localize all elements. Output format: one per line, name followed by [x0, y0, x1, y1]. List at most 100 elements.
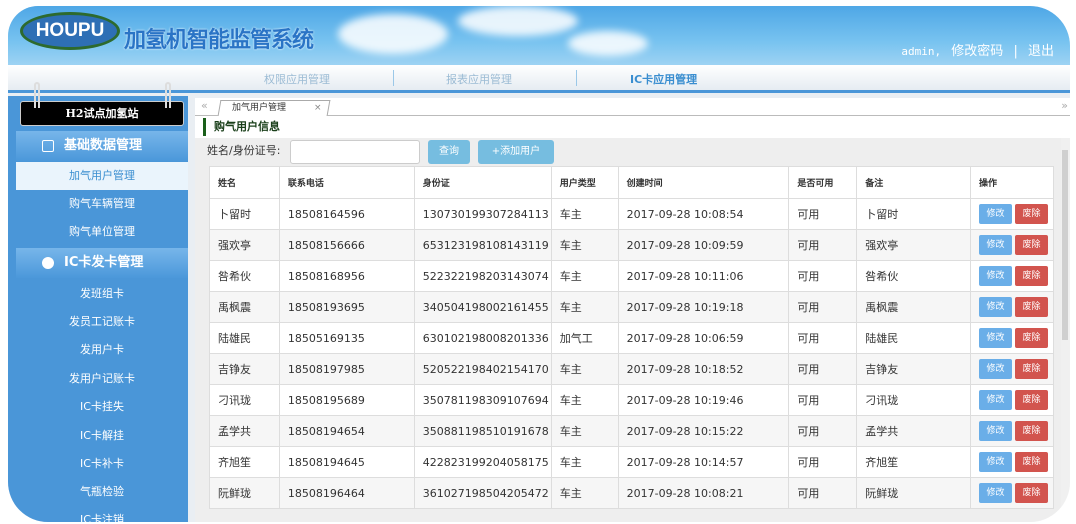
- username: admin,: [901, 45, 942, 58]
- table-row: 齐旭笙 18508194645 422823199204058175 车主 2017-0…: [209, 446, 1054, 478]
- delete-button[interactable]: 废除: [1015, 204, 1049, 224]
- tab-label: 加气用户管理: [232, 103, 287, 113]
- sidebar-item-report-loss[interactable]: IC卡挂失: [16, 393, 188, 421]
- collapse-left-button[interactable]: «: [201, 99, 208, 112]
- divider: [393, 70, 394, 86]
- table-cell: 车主: [550, 291, 619, 323]
- tab-gas-user[interactable]: 加气用户管理 ×: [217, 100, 331, 116]
- actions-cell: 修改 废除: [970, 477, 1054, 509]
- sidebar-item-user-account-card[interactable]: 发用户记账卡: [16, 365, 188, 393]
- actions-cell: 修改 废除: [970, 322, 1054, 354]
- edit-button[interactable]: 修改: [979, 359, 1013, 379]
- column-header: 备注: [856, 166, 972, 199]
- edit-button[interactable]: 修改: [979, 390, 1013, 410]
- table-cell: 可用: [788, 384, 858, 416]
- scrollbar[interactable]: [1061, 138, 1070, 522]
- sidebar-item-vehicle[interactable]: 购气车辆管理: [16, 190, 188, 218]
- column-header: 是否可用: [788, 166, 858, 199]
- table-cell: 车主: [550, 384, 619, 416]
- column-header: 身份证: [413, 166, 552, 199]
- table-cell: 2017-09-28 10:14:57: [617, 446, 790, 478]
- sidebar-item-employee-card[interactable]: 发员工记账卡: [16, 308, 188, 336]
- table-cell: 18508193695: [278, 291, 415, 323]
- sidebar-item-unit[interactable]: 购气单位管理: [16, 218, 188, 246]
- delete-button[interactable]: 废除: [1015, 266, 1049, 286]
- delete-button[interactable]: 废除: [1015, 421, 1049, 441]
- table-cell: 18508156666: [278, 229, 415, 261]
- section-label: IC卡发卡管理: [64, 255, 144, 270]
- table-cell: 强欢亭: [209, 229, 280, 261]
- table-header: 姓名 联系电话 身份证 用户类型 创建时间 是否可用 备注 操作: [209, 166, 1054, 199]
- table-row: 陆雄民 18505169135 630102198008201336 加气工 2017-…: [209, 322, 1054, 354]
- table-cell: 陆雄民: [856, 322, 972, 354]
- query-button[interactable]: 查询: [428, 140, 470, 164]
- table-cell: 2017-09-28 10:08:21: [617, 477, 790, 509]
- sidebar-item-unlock[interactable]: IC卡解挂: [16, 422, 188, 450]
- table-cell: 可用: [788, 198, 858, 230]
- tab-bar: « 加气用户管理 × »: [195, 98, 1070, 116]
- table-cell: 2017-09-28 10:06:59: [617, 322, 790, 354]
- edit-button[interactable]: 修改: [979, 328, 1013, 348]
- search-label: 姓名/身份证号:: [207, 144, 281, 157]
- houpu-logo: HOUPU: [20, 12, 120, 50]
- table-cell: 2017-09-28 10:19:46: [617, 384, 790, 416]
- sidebar-section-basic-data[interactable]: 基础数据管理: [16, 131, 188, 161]
- table-cell: 强欢亭: [856, 229, 972, 261]
- grid-icon: [42, 140, 54, 152]
- logout-link[interactable]: 退出: [1028, 44, 1054, 59]
- table-cell: 孟学共: [209, 415, 280, 447]
- edit-button[interactable]: 修改: [979, 297, 1013, 317]
- delete-button[interactable]: 废除: [1015, 359, 1049, 379]
- delete-button[interactable]: 废除: [1015, 235, 1049, 255]
- ring-decoration: [165, 82, 171, 108]
- delete-button[interactable]: 废除: [1015, 452, 1049, 472]
- sidebar-item-gas-user[interactable]: 加气用户管理: [16, 162, 188, 190]
- table-row: 禹枫震 18508193695 340504198002161455 车主 2017-0…: [209, 291, 1054, 323]
- sidebar-item-reissue[interactable]: IC卡补卡: [16, 450, 188, 478]
- table-cell: 350781198309107694: [413, 384, 552, 416]
- change-password-link[interactable]: 修改密码: [951, 44, 1003, 59]
- edit-button[interactable]: 修改: [979, 204, 1013, 224]
- table-cell: 齐旭笙: [209, 446, 280, 478]
- table-cell: 车主: [550, 260, 619, 292]
- nav-reports[interactable]: 报表应用管理: [446, 71, 512, 87]
- delete-button[interactable]: 废除: [1015, 328, 1049, 348]
- sidebar-item-cancel-card[interactable]: IC卡注销: [16, 506, 188, 522]
- table-cell: 卜留时: [209, 198, 280, 230]
- delete-button[interactable]: 废除: [1015, 297, 1049, 317]
- table-cell: 350881198510191678: [413, 415, 552, 447]
- column-header: 联系电话: [278, 166, 415, 199]
- edit-button[interactable]: 修改: [979, 235, 1013, 255]
- edit-button[interactable]: 修改: [979, 266, 1013, 286]
- actions-cell: 修改 废除: [970, 415, 1054, 447]
- table-cell: 2017-09-28 10:19:18: [617, 291, 790, 323]
- edit-button[interactable]: 修改: [979, 483, 1013, 503]
- delete-button[interactable]: 废除: [1015, 390, 1049, 410]
- table-cell: 18508195689: [278, 384, 415, 416]
- sidebar-item-team-card[interactable]: 发班组卡: [16, 280, 188, 308]
- sidebar: H2试点加氢站 基础数据管理 加气用户管理 购气车辆管理 购气单位管理 IC卡发…: [8, 82, 188, 522]
- table-cell: 653123198108143119: [413, 229, 552, 261]
- scrollbar-thumb[interactable]: [1062, 150, 1068, 340]
- nav-permission[interactable]: 权限应用管理: [264, 71, 330, 87]
- table-cell: 阮鲜珑: [856, 477, 972, 509]
- table-cell: 可用: [788, 446, 858, 478]
- table-cell: 陆雄民: [209, 322, 280, 354]
- sidebar-item-cylinder-check[interactable]: 气瓶检验: [16, 478, 188, 506]
- table-cell: 车主: [550, 229, 619, 261]
- search-input[interactable]: [290, 140, 420, 164]
- collapse-right-button[interactable]: »: [1061, 99, 1068, 112]
- edit-button[interactable]: 修改: [979, 421, 1013, 441]
- add-user-button[interactable]: +添加用户: [478, 140, 554, 164]
- table-cell: 可用: [788, 477, 858, 509]
- sidebar-item-user-card[interactable]: 发用户卡: [16, 336, 188, 364]
- station-name: H2试点加氢站: [20, 101, 184, 126]
- close-icon[interactable]: ×: [314, 101, 322, 115]
- table-cell: 咎希伙: [209, 260, 280, 292]
- delete-button[interactable]: 废除: [1015, 483, 1049, 503]
- sidebar-section-ic-card[interactable]: IC卡发卡管理: [16, 248, 188, 278]
- nav-ic-card[interactable]: IC卡应用管理: [630, 71, 697, 87]
- edit-button[interactable]: 修改: [979, 452, 1013, 472]
- actions-cell: 修改 废除: [970, 260, 1054, 292]
- user-bar: admin, 修改密码 | 退出: [895, 40, 1054, 59]
